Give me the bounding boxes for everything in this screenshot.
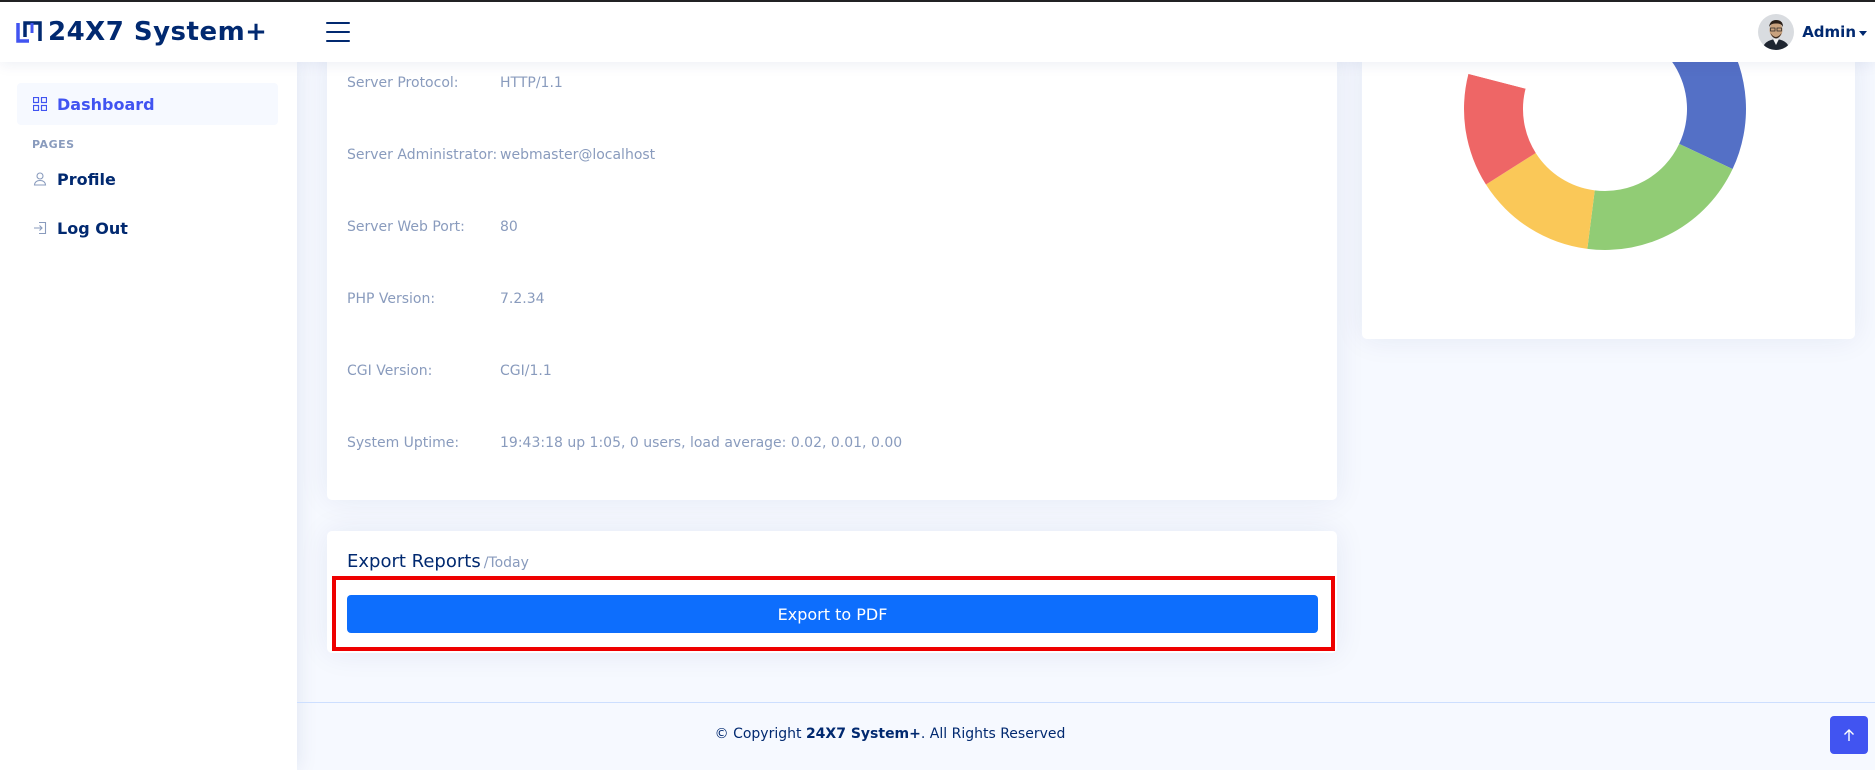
- hamburger-line: [326, 31, 350, 33]
- copyright-prefix: © Copyright: [714, 726, 806, 742]
- chart-card: [1362, 50, 1855, 339]
- avatar: [1758, 14, 1795, 50]
- user-name: Admin: [1802, 23, 1856, 41]
- copyright-suffix: . All Rights Reserved: [920, 726, 1066, 742]
- info-value: 80: [500, 219, 518, 235]
- sidebar: Dashboard PAGES Profile Log Out: [0, 62, 297, 770]
- toggle-sidebar-button[interactable]: [326, 22, 350, 42]
- info-value: 7.2.34: [500, 291, 545, 307]
- card-title: Export Reports/Today: [347, 551, 529, 572]
- hamburger-line: [326, 22, 350, 24]
- profile-dropdown-toggle[interactable]: Admin: [1758, 14, 1867, 50]
- donut-slice[interactable]: [1587, 143, 1733, 251]
- copyright-brand: 24X7 System+: [805, 726, 921, 742]
- logo-icon: [16, 19, 42, 45]
- info-key: Server Administrator:: [347, 147, 498, 163]
- info-key: Server Protocol:: [347, 75, 459, 91]
- info-key: Server Web Port:: [347, 219, 465, 235]
- sidebar-item-label: Profile: [57, 169, 116, 189]
- sidebar-item-label: Dashboard: [57, 94, 155, 114]
- grid-icon: [32, 96, 48, 112]
- info-value: CGI/1.1: [500, 363, 552, 379]
- app-name: 24X7 System+: [48, 17, 268, 47]
- info-value: HTTP/1.1: [500, 75, 563, 91]
- copyright-text: © Copyright 24X7 System+. All Rights Res…: [297, 726, 1483, 742]
- sidebar-heading-pages: PAGES: [32, 138, 75, 151]
- sidebar-item-dashboard[interactable]: Dashboard: [17, 83, 278, 125]
- back-to-top-button[interactable]: [1830, 716, 1868, 754]
- sidebar-item-label: Log Out: [57, 218, 128, 238]
- info-value: webmaster@localhost: [500, 147, 656, 163]
- info-key: System Uptime:: [347, 435, 460, 451]
- footer: © Copyright 24X7 System+. All Rights Res…: [297, 702, 1875, 770]
- export-reports-card: Export Reports/Today Export to PDF: [327, 531, 1337, 653]
- sidebar-item-logout[interactable]: Log Out: [17, 207, 278, 249]
- person-icon: [32, 171, 48, 187]
- server-info-card: Server Protocol: HTTP/1.1 Server Adminis…: [327, 50, 1337, 500]
- export-to-pdf-button[interactable]: Export to PDF: [347, 595, 1318, 633]
- export-subtitle: /Today: [483, 555, 529, 571]
- sidebar-item-profile[interactable]: Profile: [17, 158, 278, 200]
- export-title: Export Reports: [347, 551, 481, 572]
- top-header: 24X7 System+ Admin: [0, 2, 1875, 62]
- hamburger-line: [326, 40, 350, 42]
- donut-chart: [1464, 50, 1746, 251]
- info-value: 19:43:18 up 1:05, 0 users, load average:…: [500, 435, 903, 451]
- chevron-down-icon: [1859, 30, 1867, 36]
- brand-logo[interactable]: 24X7 System+: [16, 17, 300, 47]
- info-key: PHP Version:: [347, 291, 436, 307]
- box-arrow-in-right-icon: [32, 220, 48, 236]
- arrow-up-icon: [1844, 729, 1854, 741]
- info-key: CGI Version:: [347, 363, 433, 379]
